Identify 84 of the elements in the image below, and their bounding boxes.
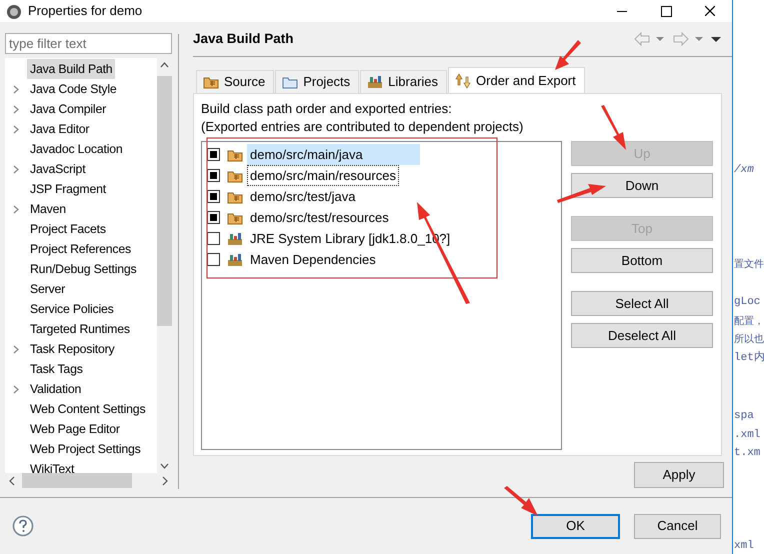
window-title: Properties for demo — [28, 2, 142, 20]
tree-item[interactable]: Maven — [27, 199, 69, 219]
tree-item[interactable]: Web Project Settings — [27, 439, 144, 459]
filter-field[interactable]: type filter text — [5, 33, 172, 54]
tree-item[interactable]: Java Code Style — [27, 79, 120, 99]
code-fragment: spa — [734, 409, 754, 423]
minimize-icon — [617, 10, 627, 12]
books-icon — [367, 74, 384, 90]
description-text: Build class path order and exported entries: — [201, 100, 453, 118]
chevron-icon[interactable] — [13, 204, 19, 214]
chevron-icon[interactable] — [13, 164, 19, 174]
list-entry[interactable]: demo/src/test/java — [247, 186, 358, 207]
help-button[interactable] — [12, 515, 34, 537]
page-title: Java Build Path — [193, 30, 294, 48]
checkbox[interactable] — [207, 211, 220, 224]
checkbox[interactable] — [207, 169, 220, 182]
scroll-right-icon[interactable] — [161, 476, 169, 486]
tree-item[interactable]: Task Tags — [27, 359, 86, 379]
arrow-drawing — [557, 184, 606, 203]
code-fragment: 配置， — [734, 315, 764, 329]
tab[interactable]: Projects — [275, 70, 360, 93]
close-icon — [705, 6, 715, 16]
code-fragment: 所以也 — [734, 333, 764, 347]
apply-button[interactable]: Apply — [634, 462, 724, 488]
code-fragment: let内 — [734, 351, 764, 365]
ok-button[interactable]: OK — [531, 514, 620, 538]
tab[interactable]: Libraries — [360, 70, 448, 93]
list-entry[interactable]: demo/src/main/resources — [247, 165, 399, 186]
chevron-icon[interactable] — [13, 384, 19, 394]
list-entry[interactable]: demo/src/test/resources — [247, 207, 392, 228]
tree-item[interactable]: Run/Debug Settings — [27, 259, 140, 279]
arrow-drawing — [555, 40, 581, 70]
up-down-arrows-icon — [455, 72, 472, 88]
tree-item[interactable]: Task Repository — [27, 339, 118, 359]
tree-item[interactable]: Targeted Runtimes — [27, 319, 133, 339]
tree-item[interactable]: Java Editor — [27, 119, 92, 139]
code-fragment: /xm — [734, 163, 754, 177]
tree-item[interactable]: Javadoc Location — [27, 139, 126, 159]
side-button[interactable]: Deselect All — [571, 323, 713, 348]
list-entry[interactable]: demo/src/main/java — [247, 144, 420, 165]
chevron-icon[interactable] — [13, 104, 19, 114]
checkbox[interactable] — [207, 232, 220, 245]
code-fragment: t.xm — [734, 446, 760, 460]
tree-item[interactable]: Server — [27, 279, 68, 299]
books-icon — [227, 230, 243, 246]
side-button[interactable]: Select All — [571, 291, 713, 316]
side-button[interactable]: Bottom — [571, 248, 713, 273]
scroll-left-icon[interactable] — [8, 476, 16, 486]
chevron-icon[interactable] — [13, 344, 19, 354]
tree-item[interactable]: Web Content Settings — [27, 399, 148, 419]
maximize-icon — [660, 6, 672, 16]
tab[interactable]: Order and Export — [448, 67, 585, 93]
scroll-thumb[interactable] — [157, 76, 172, 326]
chevron-icon[interactable] — [13, 124, 19, 134]
tree-item[interactable]: Java Build Path — [27, 59, 116, 79]
tree-item[interactable]: Validation — [27, 379, 84, 399]
arrow-drawing — [601, 105, 626, 150]
tree-item[interactable]: JSP Fragment — [27, 179, 109, 199]
code-fragment: 置文件 — [734, 258, 764, 272]
list-entry[interactable]: Maven Dependencies — [247, 249, 379, 270]
chevron-icon[interactable] — [13, 84, 19, 94]
books-icon — [227, 252, 243, 268]
scroll-thumb[interactable] — [22, 473, 132, 488]
checkbox[interactable] — [207, 253, 220, 266]
tree-item[interactable]: WikiText — [27, 459, 78, 473]
code-fragment: gLoc — [734, 295, 760, 309]
tree-item[interactable]: JavaScript — [27, 159, 88, 179]
arrow-drawing — [504, 486, 538, 516]
cancel-button[interactable]: Cancel — [634, 514, 721, 538]
tree-item[interactable]: Java Compiler — [27, 99, 109, 119]
tree-item[interactable]: Service Policies — [27, 299, 117, 319]
tree-item[interactable]: Web Page Editor — [27, 419, 123, 439]
description-text: (Exported entries are contributed to dependent projects) — [201, 118, 524, 136]
checkbox[interactable] — [207, 190, 220, 203]
tree-item[interactable]: Project References — [27, 239, 134, 259]
code-fragment: xml — [734, 539, 754, 553]
tab[interactable]: Source — [196, 70, 274, 93]
help-icon — [12, 515, 34, 537]
tree-item[interactable]: Project Facets — [27, 219, 109, 239]
side-button[interactable]: Down — [571, 173, 713, 198]
back-arrow-icon[interactable] — [633, 32, 665, 46]
checkbox[interactable] — [207, 148, 220, 161]
forward-arrow-icon[interactable] — [672, 32, 704, 46]
code-fragment: .xml — [734, 428, 760, 442]
